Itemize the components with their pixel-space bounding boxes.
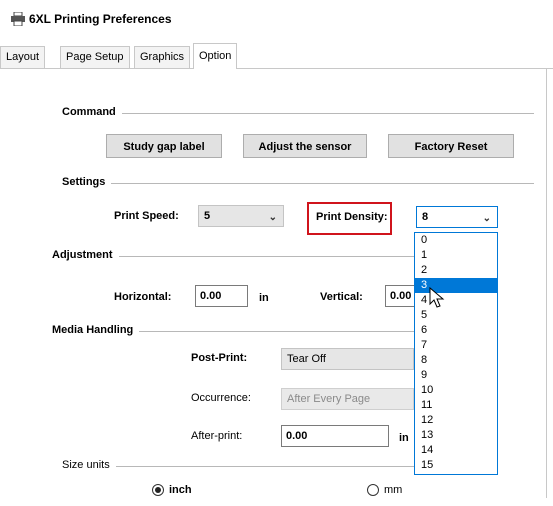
density-option[interactable]: 1 [415, 248, 497, 263]
factory-reset-button[interactable]: Factory Reset [388, 134, 514, 158]
print-density-value: 8 [422, 211, 429, 223]
density-option[interactable]: 14 [415, 443, 497, 458]
inch-radio[interactable] [152, 484, 164, 496]
printer-icon [10, 11, 26, 27]
occurrence-label: Occurrence: [191, 392, 251, 404]
horizontal-label: Horizontal: [114, 291, 172, 303]
window-title: 6XL Printing Preferences [29, 12, 172, 26]
command-divider [62, 113, 534, 114]
density-option[interactable]: 8 [415, 353, 497, 368]
tab-page-setup[interactable]: Page Setup [60, 46, 130, 68]
size-units-section-label: Size units [62, 459, 116, 471]
post-print-value: Tear Off [287, 353, 326, 365]
density-option[interactable]: 6 [415, 323, 497, 338]
adjust-sensor-button[interactable]: Adjust the sensor [243, 134, 367, 158]
density-option[interactable]: 10 [415, 383, 497, 398]
print-speed-label: Print Speed: [114, 210, 179, 222]
print-speed-select[interactable]: 5 ⌄ [198, 205, 284, 227]
density-option[interactable]: 7 [415, 338, 497, 353]
after-print-input[interactable]: 0.00 [281, 425, 389, 447]
tab-graphics[interactable]: Graphics [134, 46, 191, 68]
mouse-pointer-icon [429, 286, 445, 312]
tab-layout[interactable]: Layout [0, 46, 46, 68]
density-option[interactable]: 13 [415, 428, 497, 443]
after-print-unit: in [399, 432, 409, 444]
settings-section-label: Settings [62, 176, 112, 188]
density-option[interactable]: 0 [415, 233, 497, 248]
post-print-select[interactable]: Tear Off [281, 348, 414, 370]
settings-divider [62, 183, 534, 184]
inch-label: inch [169, 484, 192, 496]
mm-label: mm [384, 484, 403, 496]
command-section-label: Command [62, 106, 122, 118]
horizontal-unit: in [259, 292, 269, 304]
after-print-label: After-print: [191, 430, 243, 442]
print-density-dropdown-list[interactable]: 0 1 2 3 4 5 6 7 8 9 10 11 12 13 14 15 [414, 232, 498, 475]
chevron-down-icon: ⌄ [482, 213, 491, 224]
density-option[interactable]: 11 [415, 398, 497, 413]
print-speed-value: 5 [204, 210, 211, 222]
post-print-label: Post-Print: [191, 352, 248, 364]
tab-option[interactable]: Option [193, 43, 238, 69]
density-option[interactable]: 15 [415, 458, 497, 473]
density-option[interactable]: 12 [415, 413, 497, 428]
vertical-input[interactable]: 0.00 [385, 285, 415, 307]
chevron-down-icon: ⌄ [268, 212, 277, 223]
media-section-label: Media Handling [52, 324, 140, 336]
density-option[interactable]: 2 [415, 263, 497, 278]
density-option[interactable]: 5 [415, 308, 497, 323]
occurrence-value: After Every Page [287, 393, 371, 405]
print-density-label: Print Density: [316, 211, 388, 223]
occurrence-select: After Every Page [281, 388, 414, 410]
density-option[interactable]: 4 [415, 293, 497, 308]
mm-radio[interactable] [367, 484, 379, 496]
adjustment-section-label: Adjustment [52, 249, 119, 261]
density-option-highlighted[interactable]: 3 [415, 278, 497, 293]
density-option[interactable]: 9 [415, 368, 497, 383]
vertical-label: Vertical: [320, 291, 363, 303]
print-density-select[interactable]: 8 ⌄ [416, 206, 498, 228]
study-gap-label-button[interactable]: Study gap label [106, 134, 222, 158]
horizontal-input[interactable]: 0.00 [195, 285, 248, 307]
